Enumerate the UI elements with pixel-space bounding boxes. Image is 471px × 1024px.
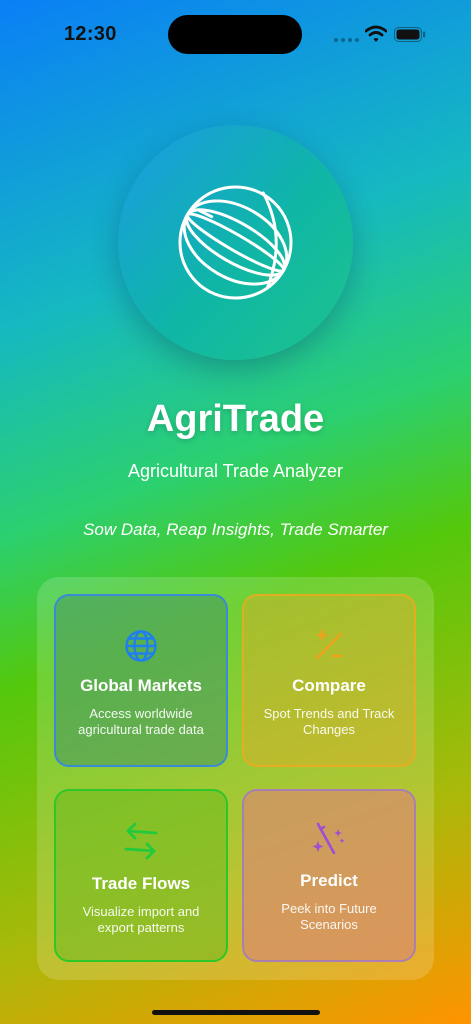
globe-icon — [178, 185, 293, 300]
home-indicator[interactable] — [152, 1010, 320, 1015]
card-title: Compare — [292, 676, 366, 695]
magic-wand-icon — [312, 822, 345, 855]
app-logo — [118, 125, 353, 360]
dynamic-island — [168, 15, 302, 54]
app-title: AgriTrade — [146, 398, 325, 440]
global-markets-card[interactable]: Global Markets Access worldwide agricult… — [54, 594, 228, 767]
card-description: Spot Trends and Track Changes — [263, 706, 395, 737]
status-bar: 12:30 — [0, 0, 471, 70]
status-time: 12:30 — [64, 23, 117, 45]
wifi-icon — [365, 25, 387, 42]
trade-flows-card[interactable]: Trade Flows Visualize import and export … — [54, 789, 228, 962]
card-title: Trade Flows — [91, 874, 191, 893]
battery-icon — [394, 27, 426, 42]
compare-card[interactable]: Compare Spot Trends and Track Changes — [242, 594, 416, 767]
app-subtitle: Agricultural Trade Analyzer — [127, 461, 344, 481]
card-title: Global Markets — [80, 676, 202, 695]
cellular-signal-icon — [334, 38, 359, 42]
card-title: Predict — [300, 871, 358, 890]
arrows-exchange-icon — [124, 822, 158, 860]
card-description: Peek into Future Scenarios — [281, 901, 377, 932]
card-description: Visualize import and export patterns — [82, 904, 200, 935]
compare-slash-icon — [315, 629, 343, 660]
globe-icon — [125, 630, 157, 662]
app-tagline: Sow Data, Reap Insights, Trade Smarter — [83, 520, 388, 539]
card-description: Access worldwide agricultural trade data — [78, 706, 204, 737]
predict-card[interactable]: Predict Peek into Future Scenarios — [242, 789, 416, 962]
